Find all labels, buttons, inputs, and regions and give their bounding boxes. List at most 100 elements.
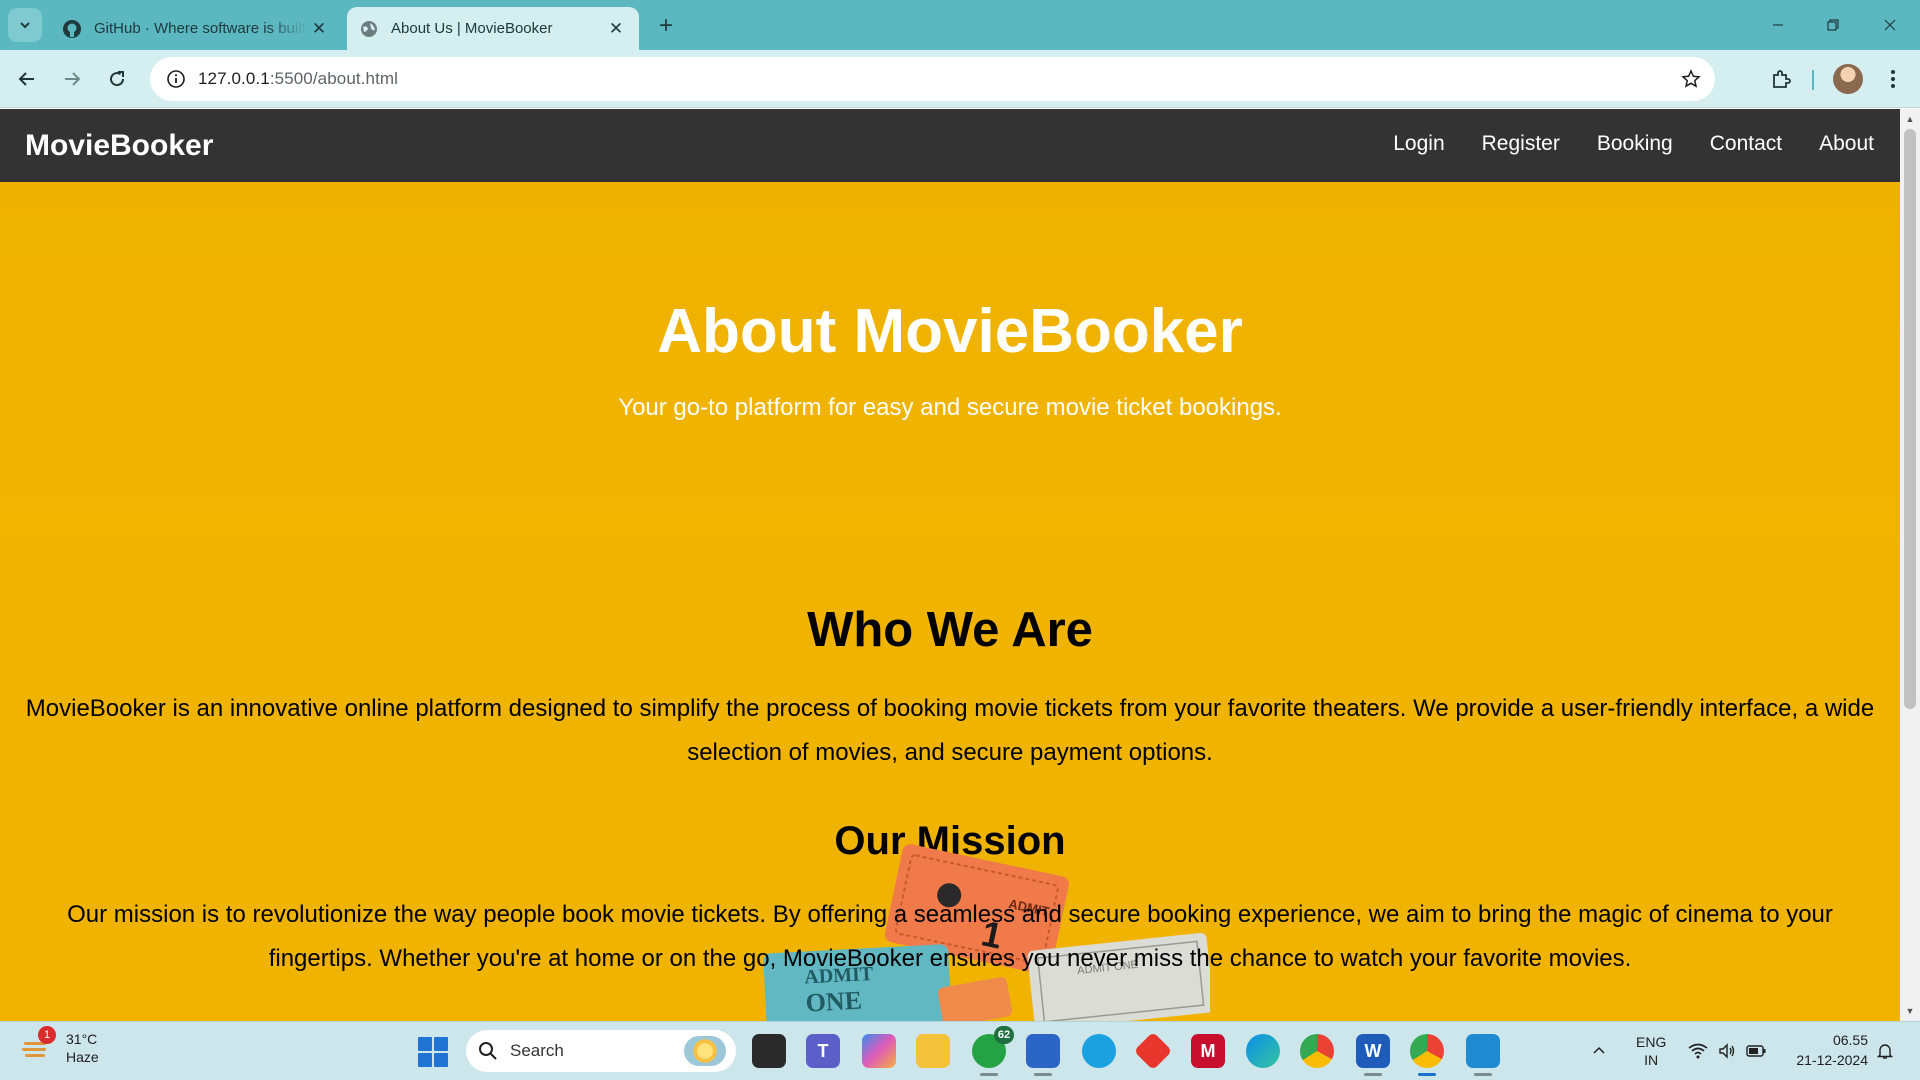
site-info-button[interactable] — [154, 57, 198, 101]
url-path: :5500/about.html — [269, 69, 399, 88]
teams-icon[interactable]: T — [806, 1034, 840, 1068]
weather-icon: 1 — [20, 1026, 56, 1064]
chrome-profile-icon[interactable] — [1410, 1034, 1444, 1076]
globe-icon — [361, 20, 377, 37]
running-indicator — [1034, 1073, 1052, 1076]
reload-button[interactable] — [102, 64, 132, 94]
ticket-label: ONE — [805, 986, 863, 1018]
chevron-down-icon — [20, 22, 30, 29]
language-indicator[interactable]: ENG IN — [1636, 1022, 1666, 1080]
weather-badge: 1 — [38, 1026, 56, 1044]
profile-avatar[interactable] — [1833, 64, 1863, 94]
scrollbar-thumb[interactable] — [1904, 129, 1916, 709]
scroll-up-icon[interactable]: ▲ — [1904, 113, 1916, 125]
folder-icon[interactable] — [916, 1034, 950, 1068]
search-label: Search — [510, 1041, 564, 1060]
restore-button[interactable] — [1813, 10, 1853, 40]
chrome-icon[interactable] — [1300, 1034, 1334, 1068]
system-tray[interactable] — [1688, 1022, 1766, 1080]
tab-title: About Us | MovieBooker — [391, 20, 553, 37]
show-hidden-icons-button[interactable] — [1592, 1022, 1606, 1080]
site-nav-links: Login Register Booking Contact About — [1393, 132, 1874, 156]
nav-register-link[interactable]: Register — [1482, 132, 1560, 156]
mission-text: Our mission is to revolutionize the way … — [67, 901, 1833, 972]
start-button[interactable] — [418, 1037, 448, 1067]
restore-icon — [1827, 19, 1839, 31]
info-icon — [167, 70, 185, 88]
windows-logo-icon — [434, 1037, 448, 1051]
word-icon[interactable]: W — [1356, 1034, 1390, 1076]
git-icon[interactable] — [1133, 1031, 1173, 1071]
weather-text: 31°C Haze — [66, 1030, 99, 1066]
close-tab-icon[interactable]: ✕ — [605, 18, 627, 40]
running-indicator — [1364, 1073, 1382, 1076]
hero-title: About MovieBooker — [657, 297, 1243, 366]
bookmark-button[interactable] — [1679, 67, 1703, 91]
site-logo[interactable]: MovieBooker — [25, 129, 213, 163]
weather-condition: Haze — [66, 1049, 99, 1065]
minimize-button[interactable] — [1758, 10, 1798, 40]
toolbar-separator — [1812, 70, 1814, 90]
store-icon[interactable] — [1026, 1034, 1060, 1076]
github-icon — [63, 19, 81, 38]
running-indicator — [980, 1073, 998, 1076]
who-we-are-text: MovieBooker is an innovative online plat… — [25, 695, 1875, 766]
puzzle-icon — [1773, 70, 1791, 88]
task-view-icon[interactable] — [752, 1034, 786, 1068]
browser-tab-about[interactable]: About Us | MovieBooker ✕ — [347, 7, 639, 50]
edge-icon[interactable] — [1246, 1034, 1280, 1068]
region-code: IN — [1644, 1052, 1659, 1068]
vscode-icon[interactable] — [1466, 1034, 1500, 1076]
reload-icon — [110, 71, 125, 87]
language-code: ENG — [1636, 1034, 1667, 1050]
clock-date: 21-12-2024 — [1796, 1052, 1868, 1068]
copilot-icon[interactable] — [862, 1034, 896, 1068]
url-text: 127.0.0.1:5500/about.html — [198, 69, 398, 89]
address-bar[interactable]: 127.0.0.1:5500/about.html — [150, 57, 1715, 101]
weather-widget[interactable]: 1 31°C Haze — [20, 1026, 99, 1066]
nav-login-link[interactable]: Login — [1393, 132, 1444, 156]
who-we-are-heading: Who We Are — [807, 603, 1093, 657]
windows-logo-icon — [418, 1037, 432, 1051]
page-scrollbar[interactable]: ▲ ▼ — [1900, 109, 1920, 1021]
whatsapp-badge: 62 — [994, 1026, 1014, 1044]
close-icon — [1884, 19, 1896, 31]
page-viewport: MovieBooker Login Register Booking Conta… — [0, 109, 1900, 1021]
forward-button[interactable] — [57, 64, 87, 94]
running-indicator — [1474, 1073, 1492, 1076]
mcafee-icon[interactable]: M — [1191, 1034, 1225, 1068]
close-window-button[interactable] — [1870, 10, 1910, 40]
bell-icon — [1876, 1044, 1894, 1059]
notifications-button[interactable] — [1876, 1022, 1894, 1080]
nav-contact-link[interactable]: Contact — [1710, 132, 1782, 156]
hero-section: About MovieBooker Your go-to platform fo… — [0, 182, 1900, 537]
extensions-button[interactable] — [1766, 64, 1796, 94]
back-button[interactable] — [12, 64, 42, 94]
nav-about-link[interactable]: About — [1819, 132, 1874, 156]
chevron-up-icon — [1593, 1046, 1605, 1054]
url-host: 127.0.0.1 — [198, 69, 270, 88]
browser-toolbar: 127.0.0.1:5500/about.html — [0, 50, 1920, 108]
windows-taskbar: 1 31°C Haze Search T 62 M W ENG IN 06.55… — [0, 1021, 1920, 1080]
volume-icon — [1719, 1043, 1735, 1059]
about-content: Who We Are MovieBooker is an innovative … — [0, 537, 1900, 1021]
windows-logo-icon — [434, 1053, 448, 1067]
system-clock[interactable]: 06.55 21-12-2024 — [1786, 1030, 1868, 1070]
new-tab-button[interactable]: + — [652, 12, 680, 40]
taskbar-search[interactable]: Search — [466, 1030, 736, 1072]
running-indicator — [1418, 1073, 1436, 1076]
scroll-down-icon[interactable]: ▼ — [1904, 1005, 1916, 1017]
search-icon — [479, 1042, 497, 1060]
arrow-right-icon — [65, 72, 81, 86]
nav-booking-link[interactable]: Booking — [1597, 132, 1673, 156]
browser-tab-github[interactable]: GitHub · Where software is built ✕ — [50, 7, 342, 50]
whatsapp-icon[interactable]: 62 — [972, 1026, 1014, 1076]
close-tab-icon[interactable]: ✕ — [308, 18, 330, 40]
windows-logo-icon — [418, 1053, 432, 1067]
search-highlight-icon — [684, 1036, 726, 1066]
edge-dev-icon[interactable] — [1082, 1034, 1116, 1068]
browser-tab-strip: GitHub · Where software is built ✕ About… — [0, 0, 1920, 50]
browser-menu-button[interactable] — [1878, 64, 1908, 94]
hero-subtitle: Your go-to platform for easy and secure … — [618, 394, 1282, 421]
tab-search-button[interactable] — [8, 8, 42, 42]
